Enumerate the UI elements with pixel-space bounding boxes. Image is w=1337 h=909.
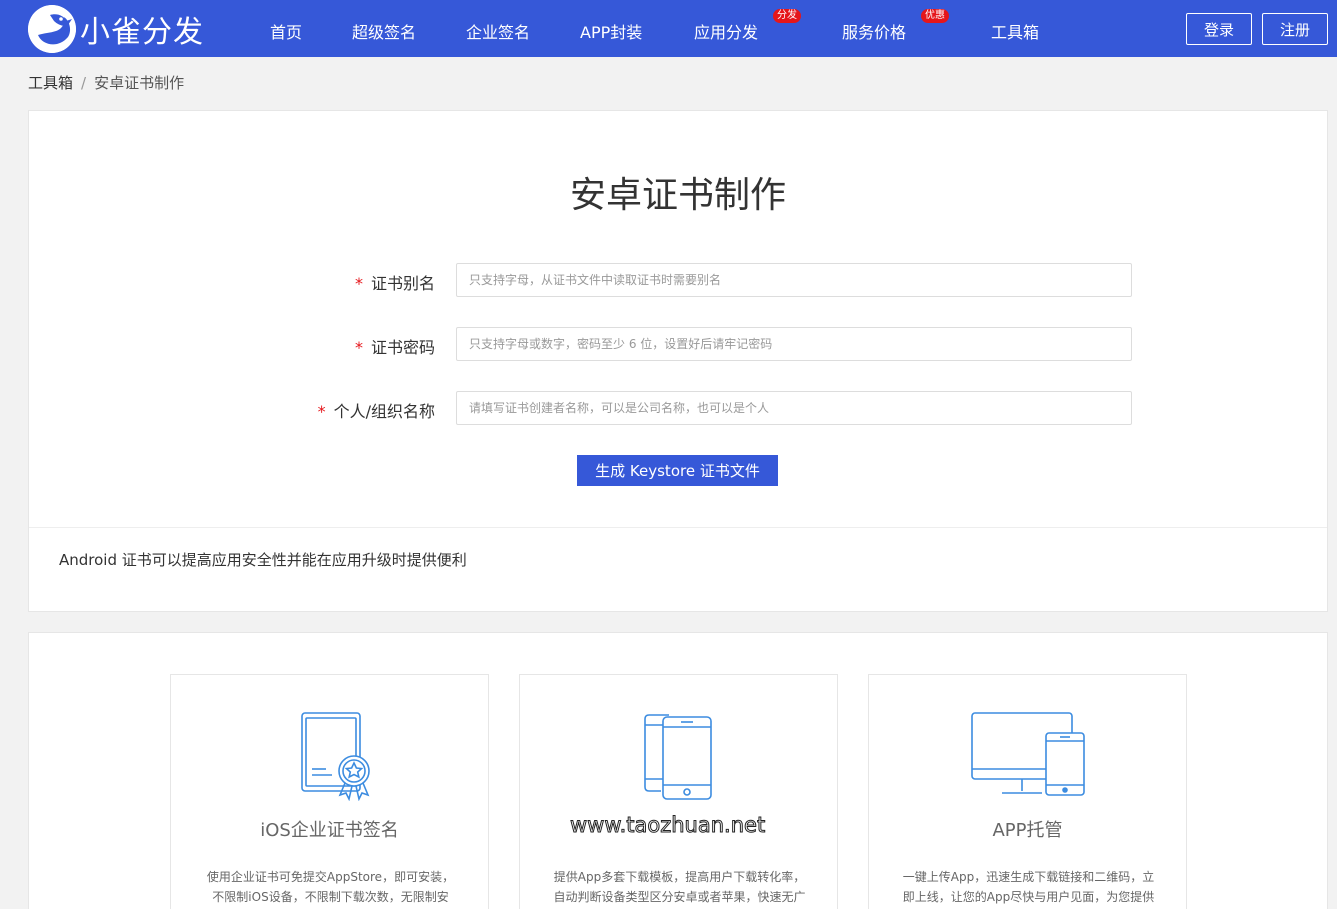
generate-keystore-button[interactable]: 生成 Keystore 证书文件: [577, 455, 778, 486]
nav-item-pricing[interactable]: 服务价格: [842, 19, 906, 43]
required-mark: *: [354, 274, 363, 293]
breadcrumb-toolbox-link[interactable]: 工具箱: [28, 74, 73, 92]
password-label: * 证书密码: [354, 338, 435, 357]
breadcrumb-separator: /: [81, 74, 87, 92]
phones-icon: [520, 711, 837, 801]
feature-card-app-hosting[interactable]: APP托管 一键上传App，迅速生成下载链接和二维码，立即上线，让您的App尽快…: [868, 674, 1187, 909]
feature-title: APP托管: [992, 820, 1063, 841]
password-input[interactable]: [456, 327, 1132, 361]
alias-input[interactable]: [456, 263, 1132, 297]
devices-icon: [869, 711, 1186, 801]
nav-item-home[interactable]: 首页: [270, 19, 302, 43]
breadcrumb: 工具箱 / 安卓证书制作: [28, 72, 184, 93]
nav-item-super-sign[interactable]: 超级签名: [352, 19, 416, 43]
feature-title: iOS企业证书签名: [260, 820, 399, 841]
bird-logo-icon: [28, 5, 76, 53]
top-navbar: 小雀分发 首页 超级签名 企业签名 APP封装 应用分发 分发 服务价格 优惠 …: [0, 0, 1337, 57]
cert-description: Android 证书可以提高应用安全性并能在应用升级时提供便利: [59, 551, 467, 569]
nav-item-app-wrap[interactable]: APP封装: [580, 19, 642, 43]
feature-card-app-distribute[interactable]: 提供App多套下载模板，提高用户下载转化率，自动判断设备类型区分安卓或者苹果，快…: [519, 674, 838, 909]
distribute-badge: 分发: [773, 9, 801, 23]
breadcrumb-current: 安卓证书制作: [94, 74, 185, 92]
required-mark: *: [317, 402, 326, 421]
watermark-text: www.taozhuan.net: [569, 813, 766, 838]
feature-card-ios-sign[interactable]: iOS企业证书签名 使用企业证书可免提交AppStore，即可安装，不限制iOS…: [170, 674, 489, 909]
nav-item-app-distribute[interactable]: 应用分发: [694, 19, 758, 43]
feature-description: 提供App多套下载模板，提高用户下载转化率，自动判断设备类型区分安卓或者苹果，快…: [553, 870, 806, 904]
feature-description: 使用企业证书可免提交AppStore，即可安装，不限制iOS设备，不限制下载次数…: [206, 870, 455, 904]
register-button[interactable]: 注册: [1262, 13, 1328, 45]
form-row-password: * 证书密码: [29, 327, 1327, 361]
features-section: iOS企业证书签名 使用企业证书可免提交AppStore，即可安装，不限制iOS…: [28, 632, 1328, 909]
certificate-icon: [171, 711, 488, 801]
page-title: 安卓证书制作: [569, 175, 786, 216]
nav-item-enterprise-sign[interactable]: 企业签名: [466, 19, 530, 43]
form-row-alias: * 证书别名: [29, 263, 1327, 297]
feature-description: 一键上传App，迅速生成下载链接和二维码，立即上线，让您的App尽快与用户见面，…: [902, 870, 1155, 904]
divider: [29, 527, 1327, 528]
discount-badge: 优惠: [921, 9, 949, 23]
nav-item-toolbox[interactable]: 工具箱: [991, 19, 1039, 43]
cert-form-card: 安卓证书制作 *证书别名 *证书密码 *个人/组织名称 生成 Keystore …: [28, 110, 1328, 612]
logo[interactable]: 小雀分发: [28, 5, 204, 53]
login-button[interactable]: 登录: [1186, 13, 1252, 45]
logo-text: 小雀分发: [80, 15, 204, 50]
org-name-label: * 个人/组织名称: [317, 402, 435, 421]
form-row-org-name: * 个人/组织名称: [29, 391, 1327, 425]
required-mark: *: [354, 338, 363, 357]
org-name-input[interactable]: [456, 391, 1132, 425]
alias-label: * 证书别名: [354, 274, 435, 293]
